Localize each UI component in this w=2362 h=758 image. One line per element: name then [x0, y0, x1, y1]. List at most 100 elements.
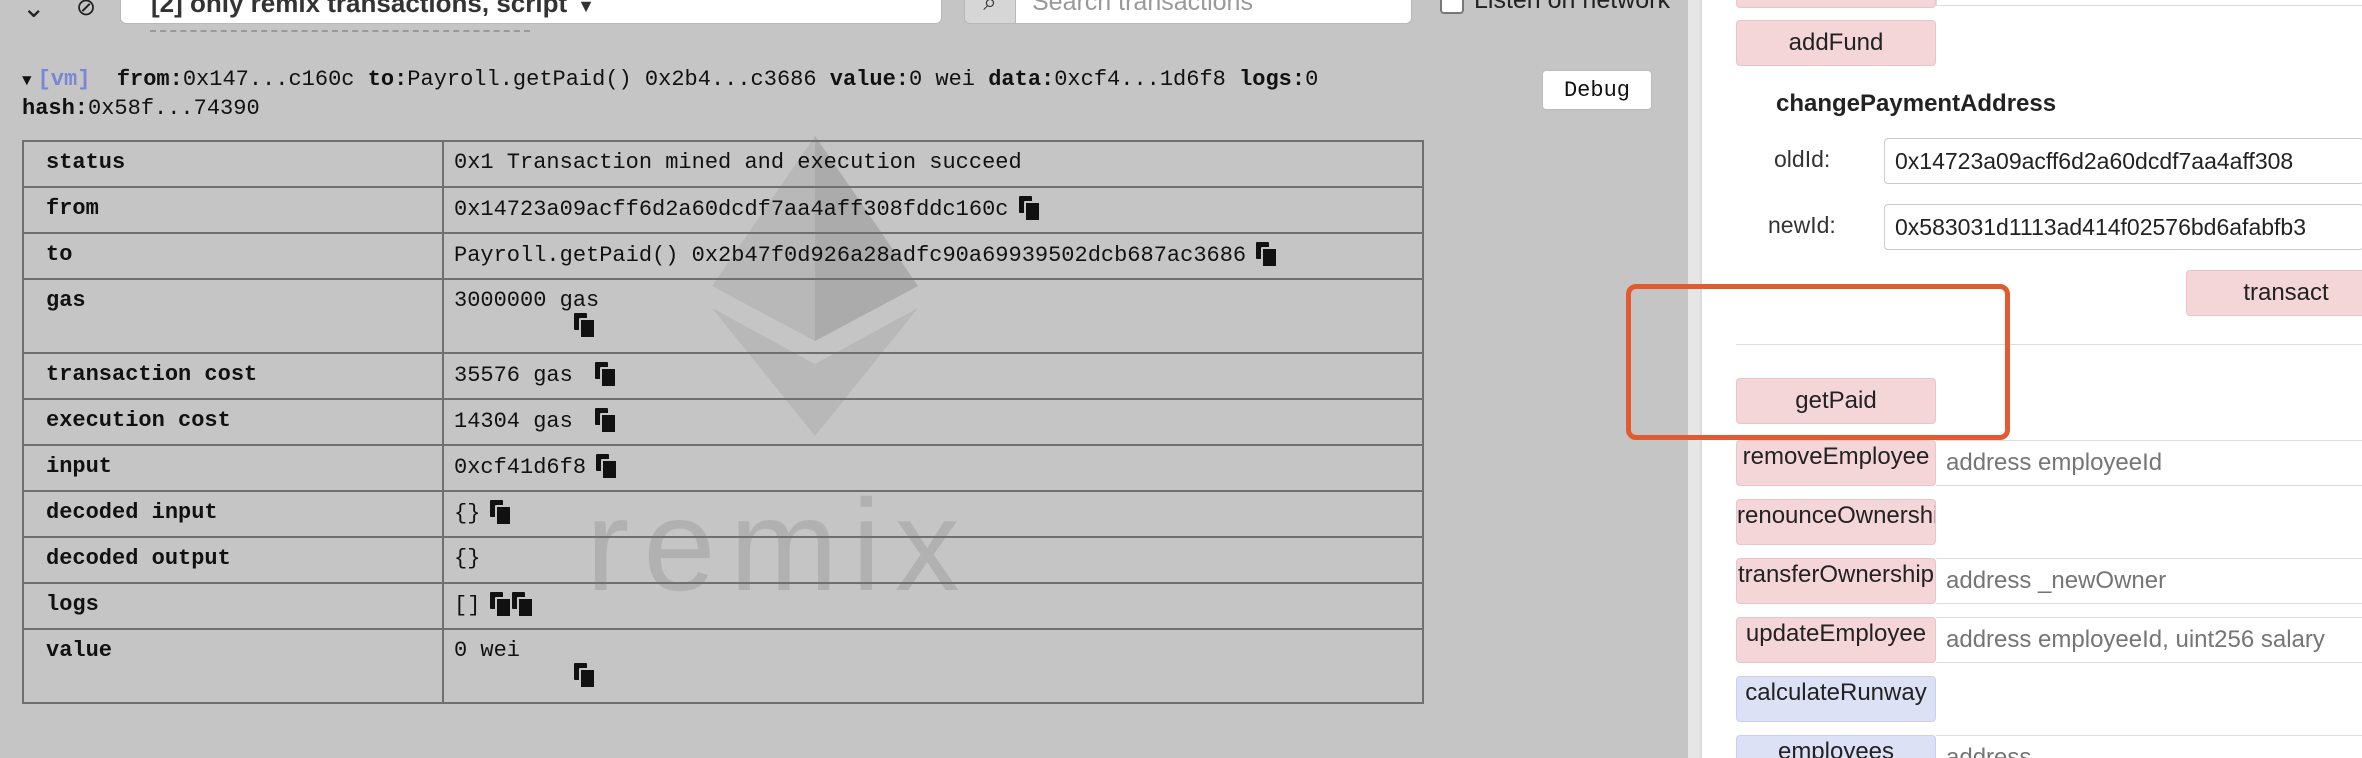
row-value: [] — [442, 582, 1424, 630]
getpaid-highlight-box — [1626, 284, 2010, 440]
table-row: value 0 wei — [22, 628, 1424, 704]
listen-on-network-label: Listen on network — [1474, 0, 1670, 14]
logs-value: [] — [454, 593, 481, 618]
row-key: value — [22, 628, 444, 704]
summary-value-key: value: — [829, 67, 909, 92]
table-row: decoded output {} — [22, 536, 1424, 584]
previous-function-input[interactable] — [1936, 0, 2362, 6]
table-row: execution cost 14304 gas — [22, 398, 1424, 446]
to-value: Payroll.getPaid() 0x2b47f0d926a28adfc90a… — [454, 243, 1247, 268]
addfund-button[interactable]: addFund — [1736, 20, 1936, 66]
copy-icon[interactable] — [490, 500, 513, 526]
table-row: gas 3000000 gas — [22, 278, 1424, 354]
row-key: decoded output — [22, 536, 444, 584]
employees-input[interactable] — [1936, 735, 2362, 758]
transaction-cost-value: 35576 gas — [454, 363, 573, 388]
summary-data-value: 0xcf4...1d6f8 — [1054, 67, 1226, 92]
row-value: 3000000 gas — [442, 278, 1424, 354]
terminal-toolbar: ⌄ ⊘ [2] only remix transactions, script ▼… — [0, 0, 1688, 32]
search-transactions-input[interactable] — [1016, 0, 1412, 24]
change-payment-address-title: changePaymentAddress — [1776, 90, 2057, 117]
summary-hash-key: hash: — [22, 96, 89, 121]
summary-data-key: data: — [988, 67, 1055, 92]
summary-logs-key: logs: — [1239, 67, 1306, 92]
transaction-summary[interactable]: ▼ [vm] from:0x147...c160c to:Payroll.getP… — [22, 66, 1422, 123]
from-value: 0x14723a09acff6d2a60dcdf7aa4aff308fddc16… — [454, 197, 1009, 222]
row-value: 35576 gas — [442, 352, 1424, 400]
transaction-details-table: status 0x1 Transaction mined and executi… — [22, 140, 1424, 704]
expand-triangle-icon[interactable]: ▼ — [22, 67, 32, 95]
row-value: 0xcf41d6f8 — [442, 444, 1424, 492]
dropdown-caret-icon: ▼ — [577, 0, 595, 16]
terminal-pane: ⌄ ⊘ [2] only remix transactions, script ▼… — [0, 0, 1688, 758]
previous-function-button[interactable] — [1736, 0, 1936, 8]
employees-button[interactable]: employees — [1736, 735, 1936, 758]
copy-icon[interactable] — [594, 362, 617, 388]
updateemployee-input[interactable] — [1936, 617, 2362, 663]
summary-hash-value: 0x58f...74390 — [88, 96, 260, 121]
row-key: execution cost — [22, 398, 444, 446]
gas-value: 3000000 gas — [454, 288, 600, 313]
debug-button[interactable]: Debug — [1542, 70, 1652, 110]
decoded-output-value: {} — [454, 546, 481, 571]
filter-select-label: [2] only remix transactions, script — [151, 0, 568, 18]
summary-to-key: to: — [367, 67, 408, 92]
row-key: gas — [22, 278, 444, 354]
newid-label: newId: — [1768, 212, 1836, 238]
table-row: from 0x14723a09acff6d2a60dcdf7aa4aff308f… — [22, 186, 1424, 234]
status-value: 0x1 Transaction mined and execution succ… — [454, 150, 1022, 175]
row-key: to — [22, 232, 444, 280]
row-value: 0x14723a09acff6d2a60dcdf7aa4aff308fddc16… — [442, 186, 1424, 234]
calculaterunway-button[interactable]: calculateRunway — [1736, 676, 1936, 722]
summary-from-value: 0x147...c160c — [182, 67, 355, 92]
vm-tag: [vm] — [37, 67, 91, 92]
row-value: {} — [442, 536, 1424, 584]
row-key: input — [22, 444, 444, 492]
newid-input[interactable] — [1884, 204, 2362, 250]
copy-icon[interactable] — [574, 663, 596, 689]
row-key: status — [22, 140, 444, 188]
listen-on-network-checkbox[interactable] — [1440, 0, 1464, 14]
transaction-filter-select[interactable]: [2] only remix transactions, script ▼ — [120, 0, 942, 24]
copy-icon[interactable] — [574, 313, 596, 339]
row-key: logs — [22, 582, 444, 630]
collapse-chevron-icon[interactable]: ⌄ — [22, 0, 45, 22]
summary-value-value: 0 wei — [909, 67, 976, 92]
row-value: 0 wei — [442, 628, 1424, 704]
execution-cost-value: 14304 gas — [454, 409, 573, 434]
value-value: 0 wei — [454, 638, 521, 663]
table-row: decoded input {} — [22, 490, 1424, 538]
renounceownership-button[interactable]: renounceOwnership — [1736, 499, 1936, 545]
copy-icon[interactable] — [596, 454, 619, 480]
oldid-label: oldId: — [1774, 146, 1831, 172]
transferownership-input[interactable] — [1936, 558, 2362, 604]
summary-logs-value: 0 — [1305, 67, 1319, 92]
row-key: transaction cost — [22, 352, 444, 400]
decoded-input-value: {} — [454, 501, 481, 526]
table-row: status 0x1 Transaction mined and executi… — [22, 140, 1424, 188]
row-value: Payroll.getPaid() 0x2b47f0d926a28adfc90a… — [442, 232, 1424, 280]
transact-button[interactable]: transact — [2186, 270, 2362, 316]
summary-to-value: Payroll.getPaid() 0x2b4...c3686 — [407, 67, 817, 92]
summary-from-key: from: — [116, 67, 183, 92]
oldid-input[interactable] — [1884, 138, 2362, 184]
table-row: transaction cost 35576 gas — [22, 352, 1424, 400]
table-row: logs [] — [22, 582, 1424, 630]
row-key: from — [22, 186, 444, 234]
copy-icon[interactable] — [512, 592, 535, 618]
table-row: to Payroll.getPaid() 0x2b47f0d926a28adfc… — [22, 232, 1424, 280]
row-value: {} — [442, 490, 1424, 538]
removeemployee-button[interactable]: removeEmployee — [1736, 440, 1936, 486]
row-value: 14304 gas — [442, 398, 1424, 446]
row-key: decoded input — [22, 490, 444, 538]
search-icon[interactable]: ⌕ — [964, 0, 1016, 24]
copy-icon[interactable] — [1256, 242, 1279, 268]
copy-icon[interactable] — [594, 408, 617, 434]
updateemployee-button[interactable]: updateEmployee — [1736, 617, 1936, 663]
table-row: input 0xcf41d6f8 — [22, 444, 1424, 492]
copy-icon[interactable] — [490, 592, 513, 618]
clear-console-icon[interactable]: ⊘ — [76, 0, 96, 20]
transferownership-button[interactable]: transferOwnership — [1736, 558, 1936, 604]
copy-icon[interactable] — [1018, 196, 1041, 222]
removeemployee-input[interactable] — [1936, 440, 2362, 486]
